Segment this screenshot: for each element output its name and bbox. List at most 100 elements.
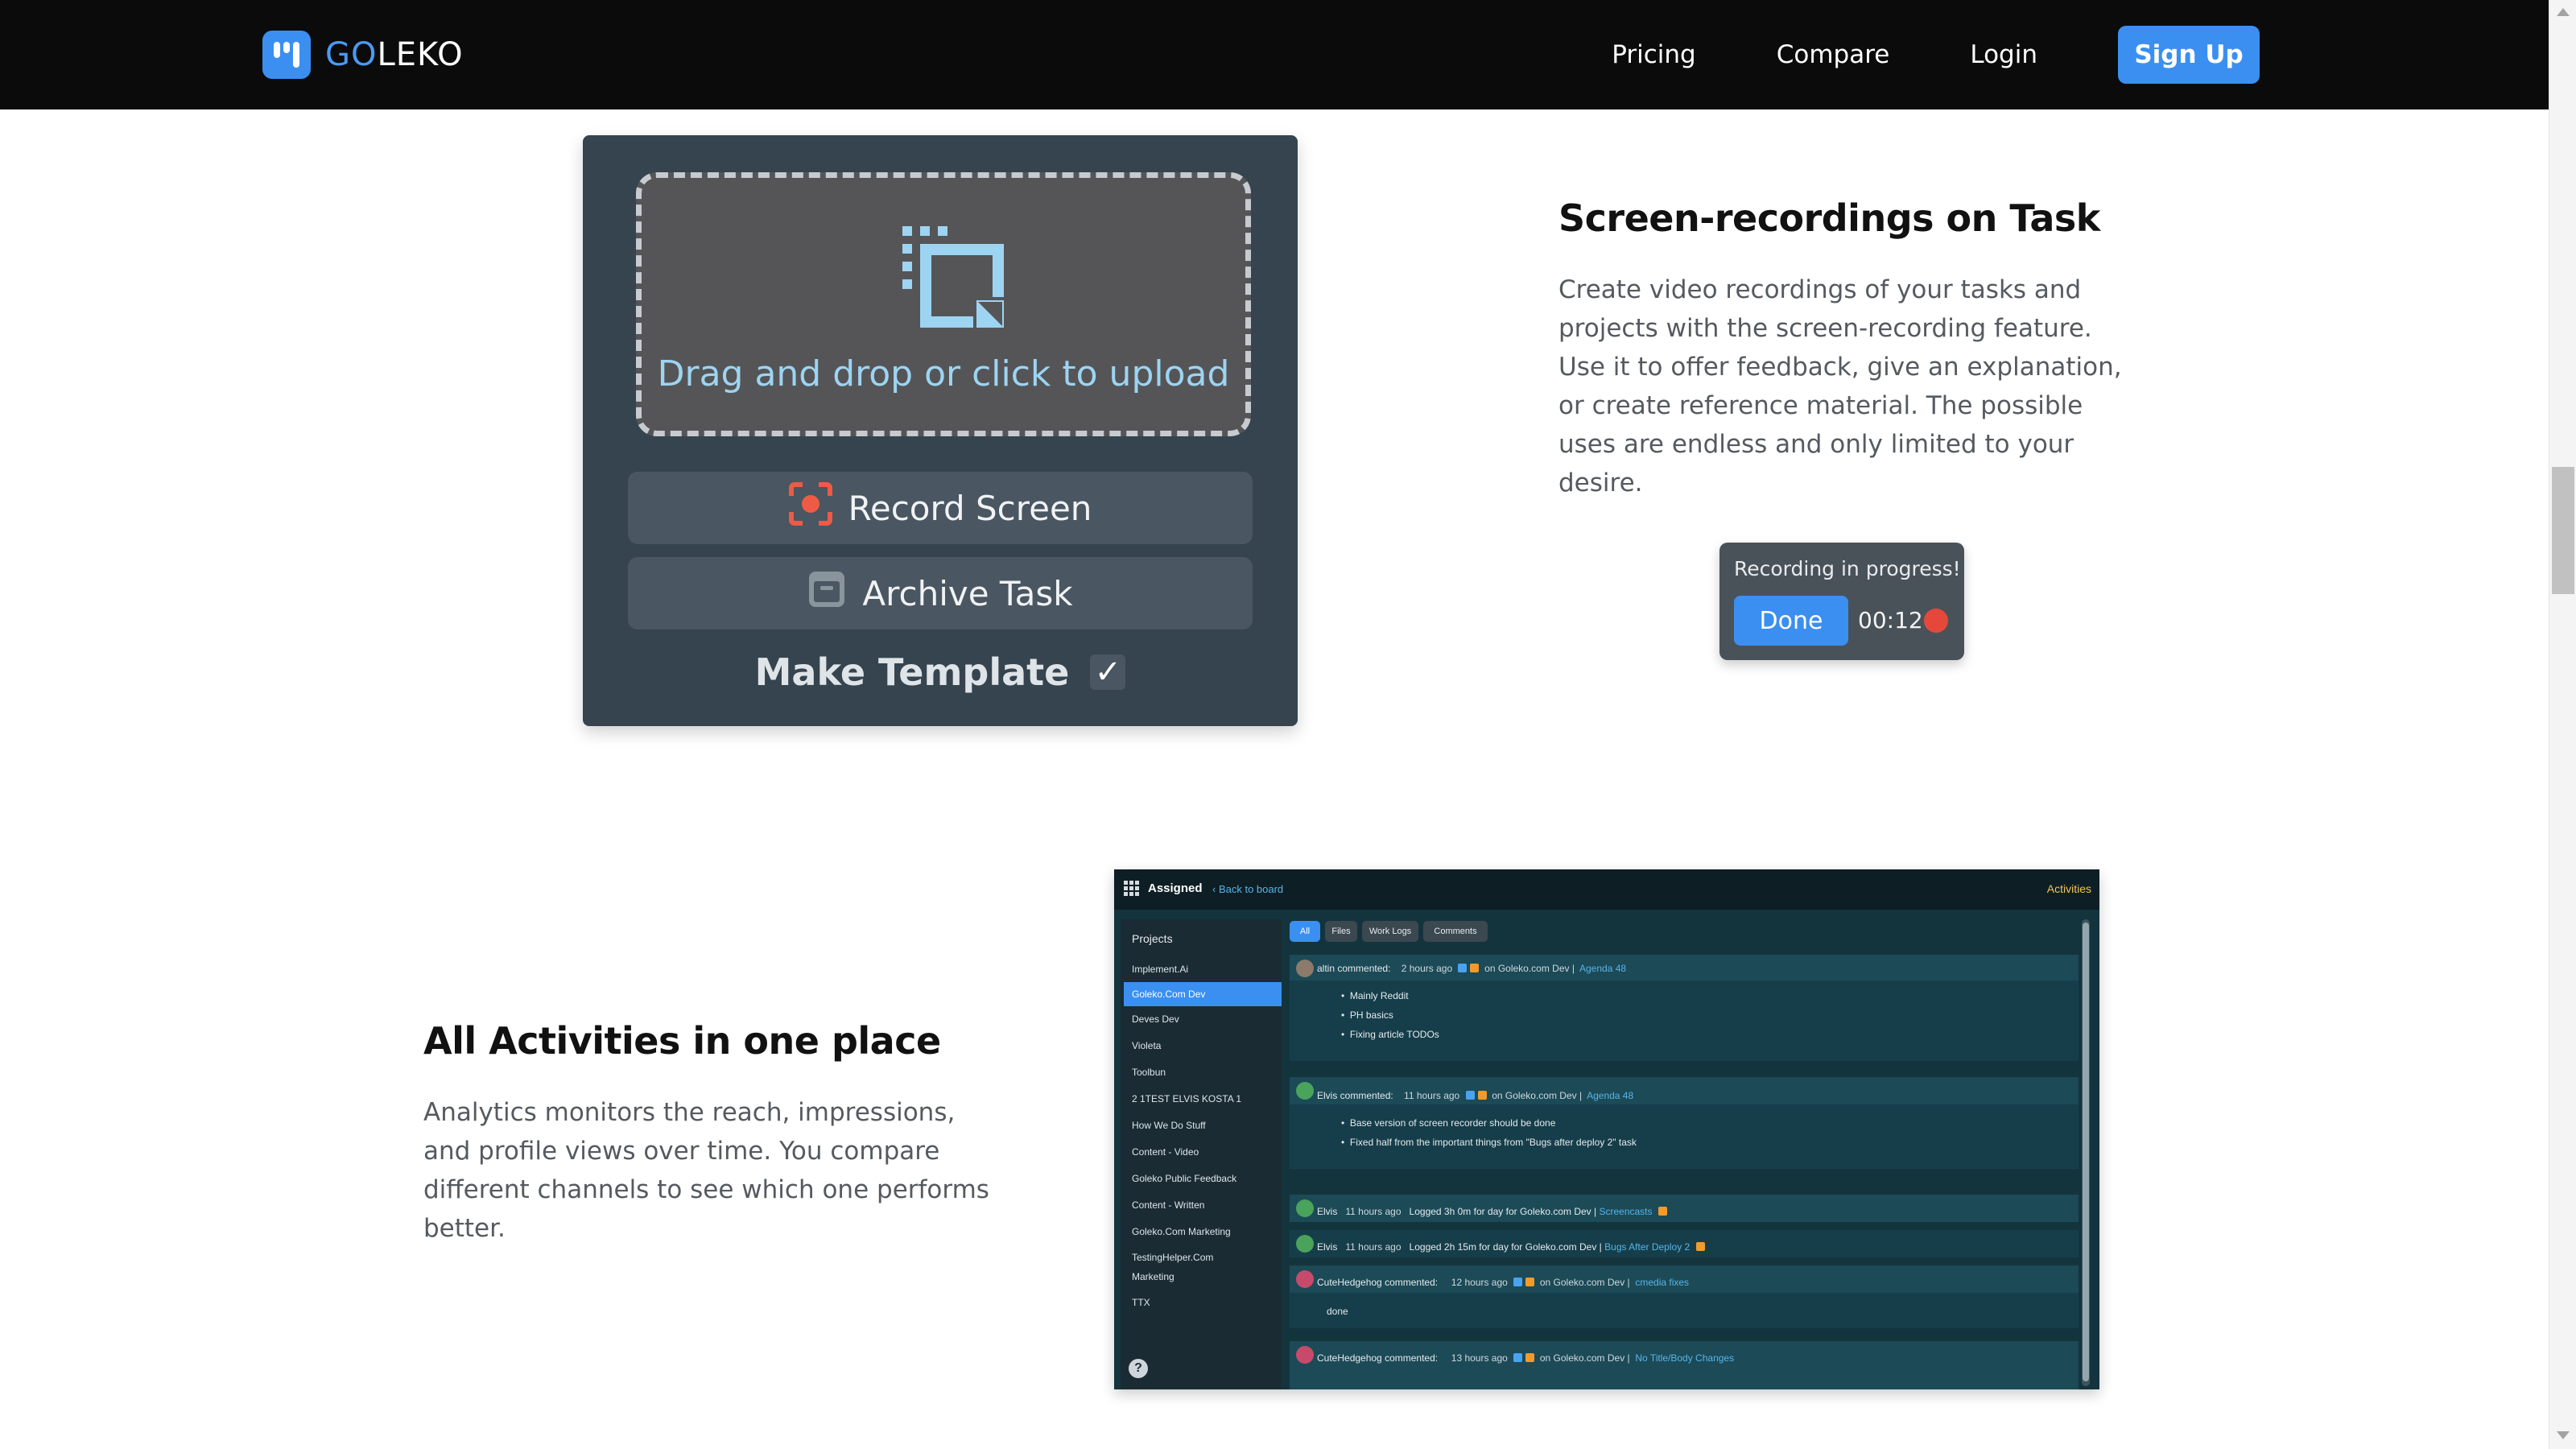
recording-widget: Recording in progress! Done 00:12 xyxy=(1719,543,1964,660)
help-icon[interactable]: ? xyxy=(1129,1359,1148,1378)
activity-line: Elvis commented: 11 hours ago on Goleko.… xyxy=(1317,1090,1633,1101)
assigned-title: Assigned xyxy=(1148,881,1203,895)
make-template-label: Make Template xyxy=(754,650,1070,694)
make-template-checkbox[interactable]: ✓ xyxy=(1090,654,1126,691)
archive-icon xyxy=(807,570,846,617)
avatar xyxy=(1296,960,1314,977)
record-screen-label: Record Screen xyxy=(848,488,1092,528)
recording-timer: 00:12 xyxy=(1858,607,1923,634)
project-item[interactable]: Violeta xyxy=(1132,1036,1277,1055)
apps-grid-icon[interactable] xyxy=(1124,881,1140,897)
project-item[interactable]: Marketing xyxy=(1132,1267,1277,1286)
project-item[interactable]: Deves Dev xyxy=(1132,1009,1277,1029)
activity-time: 11 hours ago xyxy=(1345,1241,1402,1253)
archive-task-label: Archive Task xyxy=(862,573,1073,613)
upload-dropzone[interactable]: Drag and drop or click to upload xyxy=(636,172,1251,436)
activity-bullet: • Base version of screen recorder should… xyxy=(1341,1117,1556,1129)
activity-task-link[interactable]: cmedia fixes xyxy=(1635,1277,1689,1288)
screen-recordings-description: Create video recordings of your tasks an… xyxy=(1558,270,2170,502)
record-icon xyxy=(788,482,832,534)
activity-task-link[interactable]: Screencasts xyxy=(1599,1206,1652,1217)
logo-mark-icon xyxy=(262,31,311,79)
activity-project: on Goleko.com Dev | xyxy=(1484,963,1575,974)
activity-author: Elvis xyxy=(1317,1206,1338,1217)
project-item-active[interactable]: Goleko.Com Dev xyxy=(1124,982,1282,1006)
tab-comments[interactable]: Comments xyxy=(1423,921,1488,942)
bullet-text: Fixed half from the important things fro… xyxy=(1349,1137,1637,1148)
projects-title: Projects xyxy=(1132,932,1173,945)
task-upload-panel: Drag and drop or click to upload Record … xyxy=(583,135,1298,726)
activity-task-link[interactable]: Bugs After Deploy 2 xyxy=(1604,1241,1690,1253)
nav-links: Pricing Compare Login Sign Up xyxy=(1612,26,2260,84)
description-line: different channels to see which one perf… xyxy=(423,1175,989,1204)
activity-time: 11 hours ago xyxy=(1345,1206,1402,1217)
tab-work-logs[interactable]: Work Logs xyxy=(1362,921,1418,942)
activities-label[interactable]: Activities xyxy=(2047,882,2091,895)
bullet-text: Base version of screen recorder should b… xyxy=(1349,1117,1556,1129)
activity-author: Elvis xyxy=(1317,1241,1338,1253)
upload-image-icon xyxy=(902,226,1004,328)
activity-bullet: • Fixing article TODOs xyxy=(1341,1029,1439,1040)
activity-line: Elvis 11 hours ago Logged 3h 0m for day … xyxy=(1317,1206,1667,1217)
screen-recordings-heading: Screen-recordings on Task xyxy=(1558,196,2100,240)
nav-link-pricing[interactable]: Pricing xyxy=(1612,40,1696,69)
project-item[interactable]: TestingHelper.Com xyxy=(1132,1248,1277,1267)
description-line: Use it to offer feedback, give an explan… xyxy=(1558,353,2122,382)
make-template-toggle[interactable]: Make Template ✓ xyxy=(583,650,1298,694)
activity-bullet: • Fixed half from the important things f… xyxy=(1341,1137,1637,1148)
description-line: uses are endless and only limited to you… xyxy=(1558,430,2074,459)
logo-leko: LEKO xyxy=(377,36,464,73)
project-item[interactable]: TTX xyxy=(1132,1293,1277,1312)
description-line: Analytics monitors the reach, impression… xyxy=(423,1098,956,1127)
project-item[interactable]: How We Do Stuff xyxy=(1132,1116,1277,1135)
all-activities-description: Analytics monitors the reach, impression… xyxy=(423,1093,1035,1248)
activity-line: altin commented: 2 hours ago on Goleko.c… xyxy=(1317,963,1626,974)
nav-link-login[interactable]: Login xyxy=(1970,40,2037,69)
project-item[interactable]: Content - Written xyxy=(1132,1195,1277,1215)
scroll-down-icon[interactable] xyxy=(2557,1431,2570,1439)
project-item[interactable]: 2 1TEST ELVIS KOSTA 1 xyxy=(1132,1089,1277,1108)
activity-task-link[interactable]: Agenda 48 xyxy=(1579,963,1626,974)
activities-screenshot: Assigned ‹ Back to board Activities Proj… xyxy=(1114,869,2099,1389)
project-item[interactable]: Goleko.Com Marketing xyxy=(1132,1222,1277,1241)
recording-done-button[interactable]: Done xyxy=(1734,596,1848,646)
logo-wordmark: GOLEKO xyxy=(325,36,464,73)
activity-task-link[interactable]: Agenda 48 xyxy=(1587,1090,1633,1101)
activity-author: Elvis commented: xyxy=(1317,1090,1393,1101)
avatar xyxy=(1296,1270,1314,1288)
back-to-board-link[interactable]: ‹ Back to board xyxy=(1212,883,1283,895)
activity-line: CuteHedgehog commented: 12 hours ago on … xyxy=(1317,1277,1689,1288)
activity-project: on Goleko.com Dev | xyxy=(1492,1090,1583,1101)
avatar xyxy=(1296,1235,1314,1253)
scroll-up-icon[interactable] xyxy=(2557,8,2570,16)
archive-task-button[interactable]: Archive Task xyxy=(628,557,1253,630)
activity-time: 12 hours ago xyxy=(1451,1277,1508,1288)
project-item[interactable]: Toolbun xyxy=(1132,1063,1277,1082)
page-scrollbar-track[interactable] xyxy=(2549,0,2576,1449)
project-item[interactable]: Implement.Ai xyxy=(1132,960,1277,979)
page-scrollbar-thumb[interactable] xyxy=(2552,467,2574,594)
projects-sidebar: Projects Implement.Ai Goleko.Com Dev Dev… xyxy=(1121,919,1282,1389)
bullet-text: Mainly Reddit xyxy=(1349,990,1409,1001)
nav-link-compare[interactable]: Compare xyxy=(1777,40,1890,69)
activity-author: CuteHedgehog commented: xyxy=(1317,1277,1439,1288)
avatar xyxy=(1296,1199,1314,1217)
activity-bullet: • PH basics xyxy=(1341,1009,1393,1021)
activity-author: altin commented: xyxy=(1317,963,1391,974)
sign-up-button[interactable]: Sign Up xyxy=(2118,26,2260,84)
activity-task-link[interactable]: No Title/Body Changes xyxy=(1635,1352,1734,1364)
activity-time: 2 hours ago xyxy=(1401,963,1453,974)
dropzone-text: Drag and drop or click to upload xyxy=(657,353,1230,394)
tab-files[interactable]: Files xyxy=(1325,921,1357,942)
activities-topbar: Assigned ‹ Back to board Activities xyxy=(1114,869,2099,910)
recording-status: Recording in progress! xyxy=(1734,557,1961,580)
bullet-text: PH basics xyxy=(1349,1009,1393,1021)
tab-all[interactable]: All xyxy=(1290,921,1320,942)
goleko-logo[interactable]: GOLEKO xyxy=(262,31,464,79)
project-item[interactable]: Content - Video xyxy=(1132,1142,1277,1162)
record-screen-button[interactable]: Record Screen xyxy=(628,472,1253,544)
project-item[interactable]: Goleko Public Feedback xyxy=(1132,1169,1277,1188)
activity-author: CuteHedgehog commented: xyxy=(1317,1352,1439,1364)
activities-scrollbar-thumb[interactable] xyxy=(2083,923,2089,1381)
logo-go: GO xyxy=(325,36,378,73)
